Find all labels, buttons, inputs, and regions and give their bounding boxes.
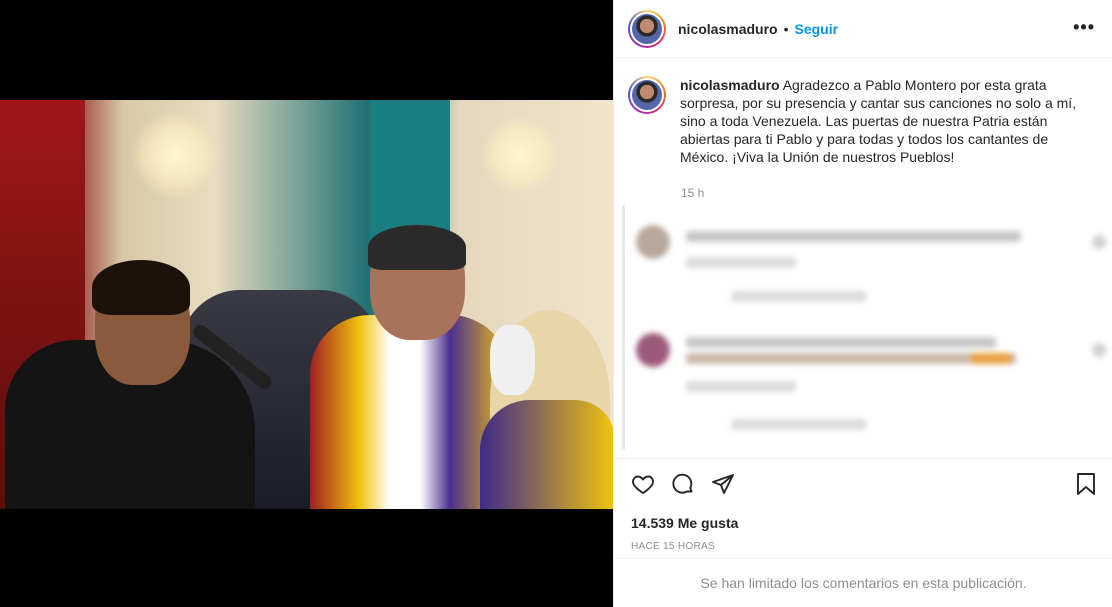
action-icons <box>630 471 736 497</box>
comment-like-icon[interactable] <box>1092 343 1106 357</box>
comment-text <box>686 231 1021 242</box>
photo-man-hair <box>368 225 466 270</box>
photo-singer-hair <box>92 260 190 315</box>
caption-text: nicolasmaduro Agradezco a Pablo Montero … <box>680 76 1085 166</box>
comment-avatar <box>636 333 670 367</box>
comment-replies <box>731 291 866 302</box>
post-media <box>0 0 613 607</box>
caption-avatar[interactable] <box>628 76 666 114</box>
caption-timestamp[interactable]: 15 h <box>681 186 704 200</box>
comment-avatar <box>636 225 670 259</box>
comment-meta <box>686 381 796 392</box>
header-separator: • <box>783 20 789 37</box>
bookmark-icon[interactable] <box>1073 471 1099 497</box>
comments-scrollbar[interactable] <box>622 205 625 450</box>
photo-lamp <box>130 110 220 200</box>
comment-text <box>686 353 1016 364</box>
post-actions: 14.539 Me gusta HACE 15 HORAS <box>614 458 1112 558</box>
comment-meta <box>686 257 796 268</box>
caption-username[interactable]: nicolasmaduro <box>680 77 780 93</box>
comments-list <box>622 205 1112 455</box>
post-timestamp[interactable]: HACE 15 HORAS <box>631 541 715 552</box>
more-options-icon[interactable]: ••• <box>1073 17 1095 38</box>
avatar-ring <box>630 11 664 46</box>
photo-woman-mask <box>490 325 535 395</box>
comment-emoji <box>971 353 1011 364</box>
comment-like-icon[interactable] <box>1092 235 1106 249</box>
photo-woman-jacket <box>480 400 613 509</box>
post-header: nicolasmaduro • Seguir ••• <box>614 0 1112 58</box>
avatar-image <box>632 13 662 44</box>
header-username[interactable]: nicolasmaduro <box>678 21 778 37</box>
comment-replies <box>731 419 866 430</box>
caption: nicolasmaduro Agradezco a Pablo Montero … <box>628 76 1098 166</box>
post-sidebar: nicolasmaduro • Seguir ••• nicolasmaduro… <box>613 0 1112 607</box>
comments-limited-notice: Se han limitado los comentarios en esta … <box>614 558 1112 607</box>
follow-button[interactable]: Seguir <box>795 21 839 37</box>
heart-icon[interactable] <box>630 471 656 497</box>
avatar[interactable] <box>628 9 666 48</box>
post-photo[interactable] <box>0 100 613 509</box>
comment-icon[interactable] <box>670 471 696 497</box>
avatar-ring <box>630 78 664 112</box>
avatar-image <box>632 80 662 110</box>
comment-text <box>686 337 996 348</box>
photo-lamp <box>480 115 560 195</box>
likes-count[interactable]: 14.539 Me gusta <box>631 515 738 531</box>
paper-plane-icon[interactable] <box>710 471 736 497</box>
